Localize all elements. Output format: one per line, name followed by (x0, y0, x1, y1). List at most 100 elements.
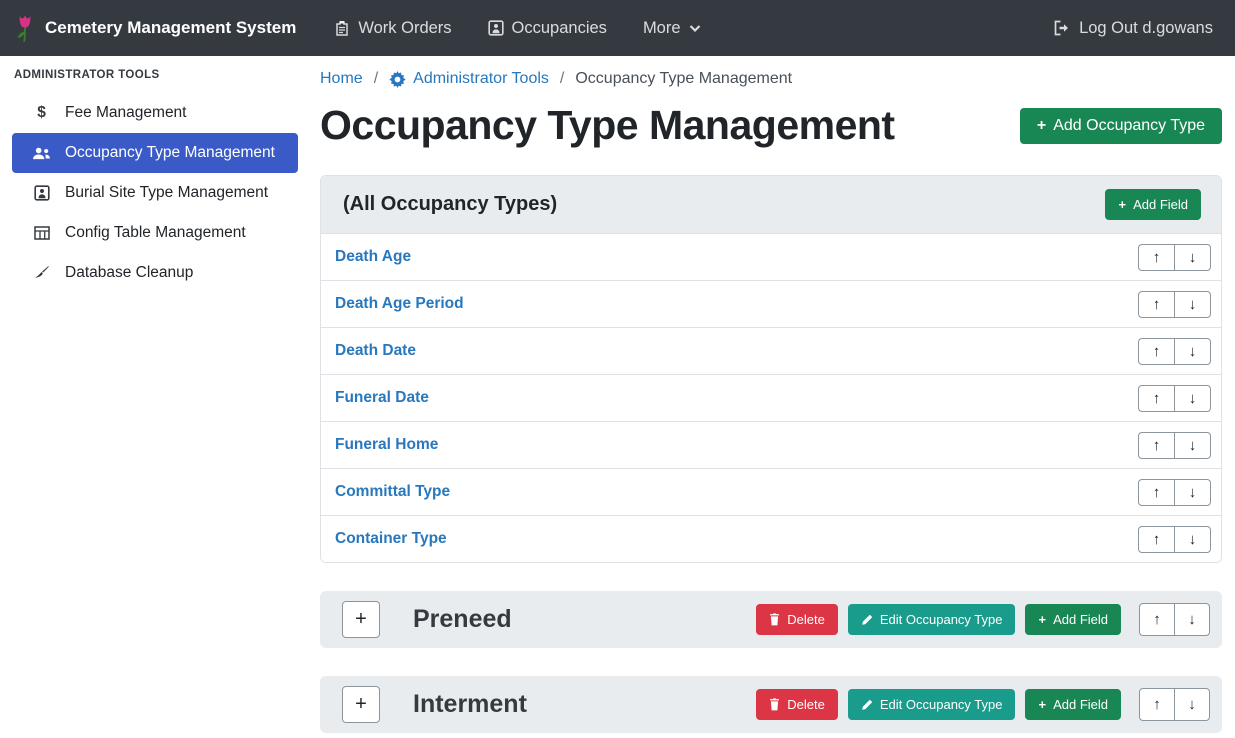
add-field-button[interactable]: + Add Field (1025, 604, 1121, 635)
move-down-button[interactable]: ↓ (1174, 432, 1211, 459)
sidebar-item-label: Database Cleanup (65, 264, 193, 282)
person-frame-icon (31, 185, 52, 201)
field-link-container-type[interactable]: Container Type (335, 530, 447, 548)
breadcrumb: Home / Administrator Tools / Occupancy T… (320, 70, 1222, 88)
sidebar-item-label: Burial Site Type Management (65, 184, 268, 202)
sidebar-item-fee-management[interactable]: $ Fee Management (12, 93, 298, 133)
arrow-down-icon: ↓ (1189, 390, 1197, 407)
app-brand[interactable]: Cemetery Management System (14, 13, 296, 43)
field-row: Death Age ↑ ↓ (321, 233, 1221, 280)
sidebar-item-label: Occupancy Type Management (65, 144, 275, 162)
move-down-button[interactable]: ↓ (1174, 603, 1210, 636)
logout-link[interactable]: Log Out d.gowans (1053, 19, 1213, 38)
arrow-down-icon: ↓ (1189, 484, 1197, 501)
move-up-button[interactable]: ↑ (1138, 526, 1175, 553)
move-down-button[interactable]: ↓ (1174, 244, 1211, 271)
arrow-down-icon: ↓ (1189, 249, 1197, 266)
move-up-button[interactable]: ↑ (1138, 479, 1175, 506)
sidebar-item-occupancy-type-management[interactable]: Occupancy Type Management (12, 133, 298, 173)
arrow-down-icon: ↓ (1189, 437, 1197, 454)
move-up-button[interactable]: ↑ (1138, 291, 1175, 318)
move-up-button[interactable]: ↑ (1138, 244, 1175, 271)
reorder-buttons: ↑ ↓ (1138, 244, 1211, 271)
person-frame-icon (488, 20, 504, 36)
field-row: Funeral Date ↑ ↓ (321, 374, 1221, 421)
move-up-button[interactable]: ↑ (1138, 385, 1175, 412)
breadcrumb-home-link[interactable]: Home (320, 70, 363, 88)
add-field-button[interactable]: + Add Field (1105, 189, 1201, 220)
sidebar-item-burial-site-type-management[interactable]: Burial Site Type Management (12, 173, 298, 213)
sidebar-item-label: Fee Management (65, 104, 187, 122)
nav-more-label: More (643, 19, 681, 38)
nav-occupancies[interactable]: Occupancies (488, 19, 607, 38)
arrow-down-icon: ↓ (1188, 696, 1196, 713)
field-row: Death Age Period ↑ ↓ (321, 280, 1221, 327)
field-row: Container Type ↑ ↓ (321, 515, 1221, 562)
field-link-death-age[interactable]: Death Age (335, 248, 411, 266)
sidebar-heading: Administrator Tools (12, 69, 298, 81)
occupancy-type-section-interment: + Interment Delete Edit Occupancy Type +… (320, 676, 1222, 733)
nav-more[interactable]: More (643, 19, 701, 38)
expand-button[interactable]: + (342, 601, 380, 638)
move-up-button[interactable]: ↑ (1138, 338, 1175, 365)
delete-button[interactable]: Delete (756, 689, 838, 720)
add-field-button[interactable]: + Add Field (1025, 689, 1121, 720)
move-down-button[interactable]: ↓ (1174, 385, 1211, 412)
arrow-up-icon: ↑ (1153, 249, 1161, 266)
trash-icon (769, 698, 780, 711)
sidebar-item-label: Config Table Management (65, 224, 246, 242)
expand-button[interactable]: + (342, 686, 380, 723)
move-up-button[interactable]: ↑ (1139, 688, 1175, 721)
field-link-funeral-home[interactable]: Funeral Home (335, 436, 438, 454)
move-down-button[interactable]: ↓ (1174, 338, 1211, 365)
arrow-up-icon: ↑ (1153, 611, 1161, 628)
reorder-buttons: ↑ ↓ (1138, 338, 1211, 365)
add-field-label: Add Field (1053, 612, 1108, 627)
reorder-buttons: ↑ ↓ (1138, 526, 1211, 553)
page-title: Occupancy Type Management (320, 102, 895, 149)
top-navbar: Cemetery Management System Work Orders O… (0, 0, 1235, 56)
breadcrumb-separator: / (560, 70, 564, 88)
delete-label: Delete (787, 612, 825, 627)
sidebar-item-config-table-management[interactable]: Config Table Management (12, 213, 298, 253)
edit-occupancy-type-button[interactable]: Edit Occupancy Type (848, 689, 1016, 720)
reorder-buttons: ↑ ↓ (1138, 385, 1211, 412)
move-down-button[interactable]: ↓ (1174, 291, 1211, 318)
flower-logo-icon (14, 13, 36, 43)
plus-icon: + (1038, 697, 1046, 712)
plus-icon: + (1118, 197, 1126, 212)
clipboard-icon (334, 20, 350, 36)
page-layout: Administrator Tools $ Fee Management Occ… (0, 56, 1235, 733)
arrow-down-icon: ↓ (1188, 611, 1196, 628)
field-link-committal-type[interactable]: Committal Type (335, 483, 450, 501)
users-icon (31, 146, 52, 161)
sidebar: Administrator Tools $ Fee Management Occ… (0, 56, 308, 293)
plus-icon: + (1038, 612, 1046, 627)
move-down-button[interactable]: ↓ (1174, 526, 1211, 553)
nav-work-orders[interactable]: Work Orders (334, 19, 451, 38)
arrow-down-icon: ↓ (1189, 296, 1197, 313)
move-up-button[interactable]: ↑ (1139, 603, 1175, 636)
arrow-down-icon: ↓ (1189, 531, 1197, 548)
edit-occupancy-type-button[interactable]: Edit Occupancy Type (848, 604, 1016, 635)
chevron-down-icon (689, 24, 701, 33)
field-row: Funeral Home ↑ ↓ (321, 421, 1221, 468)
title-row: Occupancy Type Management + Add Occupanc… (320, 102, 1222, 149)
arrow-up-icon: ↑ (1153, 484, 1161, 501)
add-occupancy-type-button[interactable]: + Add Occupancy Type (1020, 108, 1222, 144)
dollar-icon: $ (31, 104, 52, 122)
nav-occupancies-label: Occupancies (512, 19, 607, 38)
arrow-up-icon: ↑ (1153, 696, 1161, 713)
delete-button[interactable]: Delete (756, 604, 838, 635)
move-up-button[interactable]: ↑ (1138, 432, 1175, 459)
field-link-funeral-date[interactable]: Funeral Date (335, 389, 429, 407)
section-actions: Delete Edit Occupancy Type + Add Field ↑… (756, 688, 1210, 721)
field-link-death-date[interactable]: Death Date (335, 342, 416, 360)
move-down-button[interactable]: ↓ (1174, 479, 1211, 506)
sidebar-item-database-cleanup[interactable]: Database Cleanup (12, 253, 298, 293)
move-down-button[interactable]: ↓ (1174, 688, 1210, 721)
field-link-death-age-period[interactable]: Death Age Period (335, 295, 464, 313)
breadcrumb-admin-tools-link[interactable]: Administrator Tools (389, 70, 549, 88)
reorder-buttons: ↑ ↓ (1138, 479, 1211, 506)
nav-work-orders-label: Work Orders (358, 19, 451, 38)
